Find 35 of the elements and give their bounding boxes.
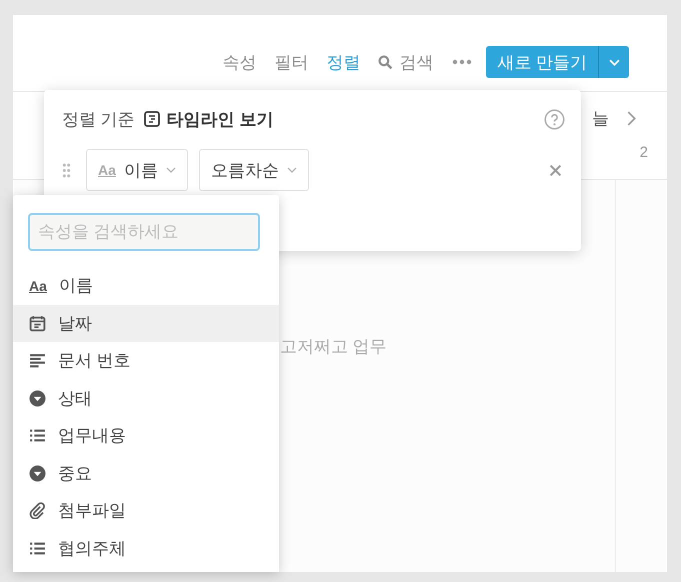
select-icon	[29, 464, 46, 482]
paperclip-icon	[29, 502, 46, 520]
more-icon[interactable]	[452, 59, 472, 65]
timeline-item-text: 고저쩌고 업무	[280, 336, 387, 358]
column-number: 2	[640, 144, 648, 161]
search-field[interactable]: 속성을 검색하세요	[28, 213, 260, 251]
menu-item[interactable]: Aa 이름	[13, 267, 279, 304]
list-icon	[29, 540, 46, 557]
header-text: 늘	[592, 108, 609, 130]
property-select[interactable]: Aa 이름	[86, 149, 188, 191]
popover-title: 정렬 기준	[62, 108, 135, 130]
menu-item[interactable]: 중요	[13, 454, 279, 492]
document-icon	[144, 111, 160, 127]
menu-item[interactable]: 문서 번호	[13, 342, 279, 380]
menu-item[interactable]: 업무내용	[13, 417, 279, 454]
help-icon[interactable]	[544, 108, 565, 130]
view-name: 타임라인 보기	[166, 108, 274, 130]
dropdown-button[interactable]	[598, 46, 629, 78]
search-icon	[378, 54, 394, 70]
menu-item[interactable]: 날짜	[13, 304, 279, 342]
text-icon: Aa	[29, 278, 47, 294]
lines-icon	[29, 352, 46, 370]
menu-item[interactable]: 상태	[13, 380, 279, 417]
caret-icon	[286, 167, 297, 173]
list-icon	[29, 427, 46, 444]
menu-item[interactable]: 협의주체	[13, 530, 279, 567]
chevron-right-icon[interactable]	[627, 111, 636, 126]
caret-icon	[166, 167, 176, 173]
close-icon[interactable]	[549, 164, 562, 176]
select-icon	[29, 390, 46, 407]
calendar-icon	[29, 314, 46, 332]
menu-item[interactable]: 첨부파일	[13, 492, 279, 530]
direction-select[interactable]: 오름차순	[198, 149, 309, 191]
drag-handle-icon[interactable]	[62, 162, 71, 178]
caret-icon	[608, 58, 620, 66]
